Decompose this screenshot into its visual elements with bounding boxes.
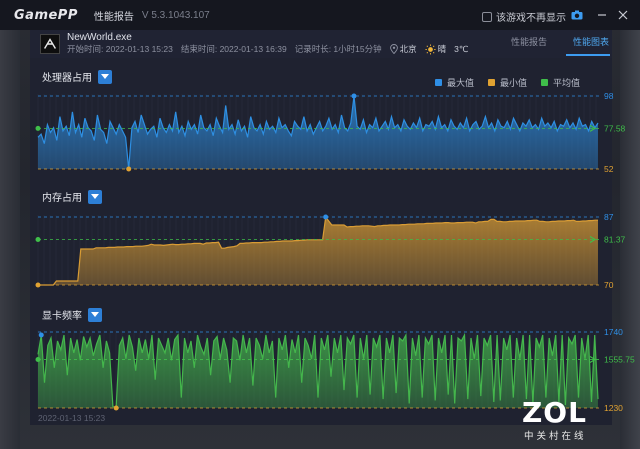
cpu-min-label: 52: [604, 164, 614, 174]
cpu-max-marker: [351, 93, 357, 99]
zol-logo: ZOL: [522, 396, 587, 429]
memory-max-marker: [323, 214, 329, 220]
cpu-usage-chart: 9877.58528781.377017401555.751230: [35, 91, 635, 413]
app-logo: GamePP: [14, 7, 78, 23]
backdrop-edge-left: [0, 30, 20, 449]
close-icon[interactable]: [617, 9, 629, 21]
cpu-max-label: 98: [604, 91, 614, 101]
memory-min-label: 70: [604, 280, 614, 290]
zol-watermark: ZOL 中关村在线: [522, 396, 622, 446]
gpu-avg-marker: [35, 356, 41, 362]
minimize-icon[interactable]: [596, 9, 608, 21]
app-version: V 5.3.1043.107: [141, 9, 210, 21]
checkbox[interactable]: [482, 11, 492, 22]
app-name: 性能报告: [93, 11, 134, 23]
report-panel: NewWorld.exe 开始时间: 2022-01-13 15:23 结束时间…: [30, 30, 635, 425]
no-show-label: 该游戏不再显示: [496, 13, 566, 24]
gpu-avg-label: 1555.75: [604, 354, 635, 364]
gpu-min-marker: [113, 405, 119, 411]
memory-avg-marker: [35, 237, 41, 243]
memory-avg-label: 81.37: [604, 235, 626, 245]
cpu-min-marker: [126, 166, 132, 172]
memory-min-marker: [35, 282, 41, 288]
cpu-avg-label: 77.58: [604, 123, 626, 133]
gpu-max-marker: [38, 332, 44, 338]
memory-max-label: 87: [604, 212, 614, 222]
gpu-max-label: 1740: [604, 327, 623, 337]
no-show-toggle[interactable]: 该游戏不再显示: [482, 9, 566, 24]
zol-subtitle: 中关村在线: [524, 431, 587, 442]
camera-icon[interactable]: [571, 10, 583, 20]
cpu-avg-marker: [35, 125, 41, 131]
title-bar: GamePP 性能报告 V 5.3.1043.107 该游戏不再显示: [0, 0, 640, 30]
footer-timestamp: 2022-01-13 15:23: [38, 413, 106, 423]
